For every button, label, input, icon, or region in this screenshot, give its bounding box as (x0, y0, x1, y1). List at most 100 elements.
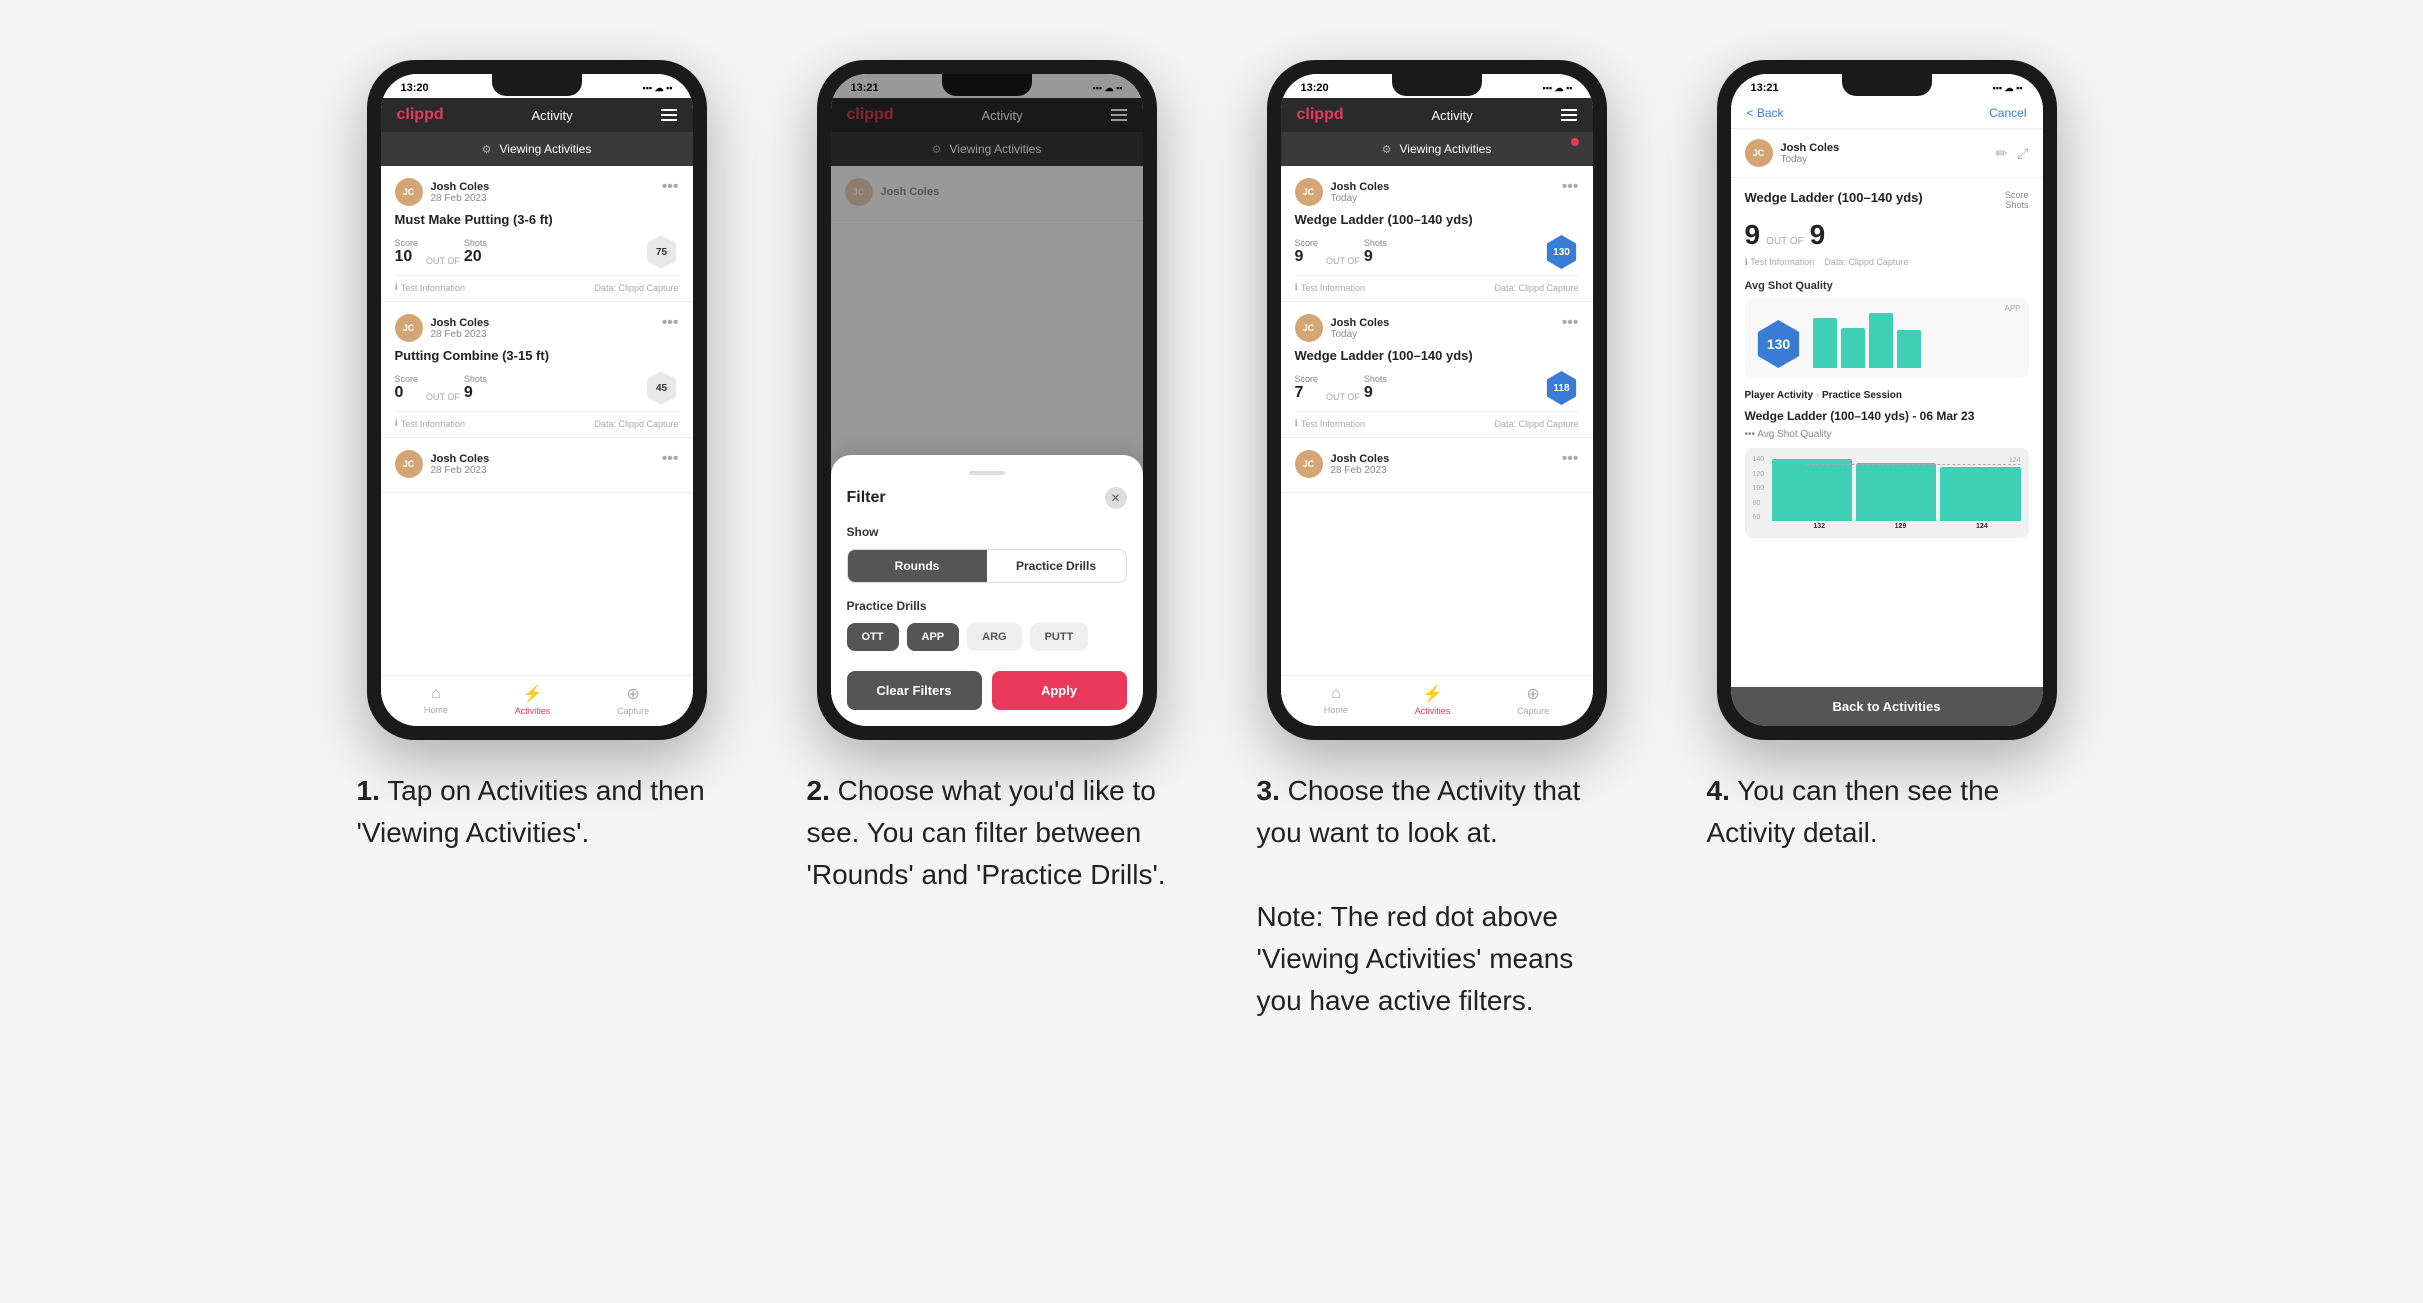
activity-card-3c[interactable]: JC Josh Coles 28 Feb 2023 ••• (1281, 438, 1593, 493)
activities-icon-3: ⚡ (1423, 684, 1443, 704)
activity-card-3[interactable]: JC Josh Coles 28 Feb 2023 ••• (381, 438, 693, 493)
user-info-3: JC Josh Coles 28 Feb 2023 (395, 450, 490, 478)
caption-3: 3. Choose the Activity that you want to … (1257, 770, 1617, 1022)
status-icons-4: ▪▪▪ ☁ ▪▪ (1993, 83, 2023, 94)
activity-title-3a: Wedge Ladder (100–140 yds) (1295, 212, 1579, 227)
modal-header-2: Filter ✕ (847, 487, 1127, 509)
banner-text-1: Viewing Activities (500, 142, 592, 156)
card-header-3c: JC Josh Coles 28 Feb 2023 ••• (1295, 450, 1579, 478)
drill-title-4: Wedge Ladder (100–140 yds) - 06 Mar 23 (1745, 409, 2029, 423)
dots-menu-2[interactable]: ••• (662, 314, 679, 332)
user-date-2: 28 Feb 2023 (431, 329, 490, 340)
dots-menu-3b[interactable]: ••• (1562, 314, 1579, 332)
nav-activities-3[interactable]: ⚡ Activities (1415, 684, 1451, 716)
apply-btn-2[interactable]: Apply (992, 671, 1127, 710)
home-icon-1: ⌂ (431, 685, 441, 703)
practice-drills-label-2: Practice Drills (847, 599, 1127, 613)
dots-menu-3[interactable]: ••• (662, 450, 679, 468)
nav-capture-3[interactable]: ⊕ Capture (1517, 684, 1549, 716)
viewing-banner-3[interactable]: ⚙ Viewing Activities (1281, 132, 1593, 166)
quality-hex-4: 130 (1755, 320, 1803, 368)
chart-label-4: APP (2004, 304, 2020, 313)
nav-home-3[interactable]: ⌂ Home (1324, 685, 1348, 715)
caption-4: 4. You can then see the Activity detail. (1707, 770, 2067, 854)
bottom-nav-1: ⌂ Home ⚡ Activities ⊕ Capture (381, 675, 693, 726)
viewing-banner-1[interactable]: ⚙ Viewing Activities (381, 132, 693, 166)
phone-4-container: 13:21 ▪▪▪ ☁ ▪▪ < Back Cancel JC Josh Col… (1692, 60, 2082, 854)
menu-icon-1[interactable] (661, 109, 677, 121)
full-bar-2 (1856, 463, 1936, 521)
detail-header-4: < Back Cancel (1731, 98, 2043, 129)
activity-card-3a[interactable]: JC Josh Coles Today ••• Wedge Ladder (10… (1281, 166, 1593, 302)
user-info-3b: JC Josh Coles Today (1295, 314, 1390, 342)
card-header-1: JC Josh Coles 28 Feb 2023 ••• (395, 178, 679, 206)
chip-app-2[interactable]: APP (907, 623, 960, 651)
capture-icon-3: ⊕ (1526, 684, 1539, 704)
notch-1 (492, 74, 582, 96)
back-to-activities-btn-4[interactable]: Back to Activities (1731, 687, 2043, 726)
full-bar-1 (1772, 459, 1852, 521)
banner-text-3: Viewing Activities (1400, 142, 1492, 156)
avatar-2: JC (395, 314, 423, 342)
detail-user-name-4: Josh Coles (1781, 142, 1840, 154)
dots-menu-3a[interactable]: ••• (1562, 178, 1579, 196)
detail-user-row-4: JC Josh Coles Today ✏ ⤢ (1731, 129, 2043, 178)
practice-btn-2[interactable]: Practice Drills (987, 550, 1126, 582)
info-right-1: Data: Clippd Capture (594, 283, 678, 293)
user-name-3b: Josh Coles (1331, 317, 1390, 329)
phone-3: 13:20 ▪▪▪ ☁ ▪▪ clippd Activity ⚙ Viewing… (1267, 60, 1607, 740)
modal-handle-2 (969, 471, 1005, 475)
screen-3: 13:20 ▪▪▪ ☁ ▪▪ clippd Activity ⚙ Viewing… (1281, 74, 1593, 726)
info-left-3b: ℹ Test Information (1295, 418, 1365, 429)
status-time-3: 13:20 (1301, 82, 1329, 94)
app-header-3: clippd Activity (1281, 98, 1593, 132)
back-btn-4[interactable]: < Back (1747, 106, 1784, 120)
detail-score-4: 9 (1745, 219, 1761, 251)
card-footer-1: ℹ Test Information Data: Clippd Capture (395, 275, 679, 293)
notch-4 (1842, 74, 1932, 96)
phone-4: 13:21 ▪▪▪ ☁ ▪▪ < Back Cancel JC Josh Col… (1717, 60, 2057, 740)
dots-menu-3c[interactable]: ••• (1562, 450, 1579, 468)
detail-title-4: Wedge Ladder (100–140 yds) (1745, 190, 2005, 205)
card-footer-2: ℹ Test Information Data: Clippd Capture (395, 411, 679, 429)
status-icons-3: ▪▪▪ ☁ ▪▪ (1543, 83, 1573, 94)
user-name-3: Josh Coles (431, 453, 490, 465)
clear-filters-btn-2[interactable]: Clear Filters (847, 671, 982, 710)
activity-card-3b[interactable]: JC Josh Coles Today ••• Wedge Ladder (10… (1281, 302, 1593, 438)
modal-actions-2: Clear Filters Apply (847, 671, 1127, 710)
detail-actions-4: ✏ ⤢ (1996, 145, 2029, 162)
menu-icon-3[interactable] (1561, 109, 1577, 121)
rounds-btn-2[interactable]: Rounds (848, 550, 987, 582)
avatar-3: JC (395, 450, 423, 478)
card-header-3b: JC Josh Coles Today ••• (1295, 314, 1579, 342)
nav-activities-1[interactable]: ⚡ Activities (515, 684, 551, 716)
user-name-3a: Josh Coles (1331, 181, 1390, 193)
show-label-2: Show (847, 525, 1127, 539)
expand-icon-4[interactable]: ⤢ (2017, 145, 2028, 162)
user-date-3: 28 Feb 2023 (431, 465, 490, 476)
cancel-btn-4[interactable]: Cancel (1989, 106, 2026, 120)
status-time-4: 13:21 (1751, 82, 1779, 94)
bar-val-3: 124 (1943, 523, 2020, 530)
chip-ott-2[interactable]: OTT (847, 623, 899, 651)
edit-icon-4[interactable]: ✏ (1996, 145, 2008, 162)
nav-capture-1[interactable]: ⊕ Capture (617, 684, 649, 716)
card-header-3: JC Josh Coles 28 Feb 2023 ••• (395, 450, 679, 478)
close-modal-btn-2[interactable]: ✕ (1105, 487, 1127, 509)
nav-home-1[interactable]: ⌂ Home (424, 685, 448, 715)
detail-info-note-4: ℹ Test Information Data: Clippd Capture (1745, 257, 2029, 268)
user-name-2: Josh Coles (431, 317, 490, 329)
bar-3-4 (1869, 313, 1893, 368)
full-chart-4: 140 120 100 80 60 124 (1745, 448, 2029, 538)
card-header-2: JC Josh Coles 28 Feb 2023 ••• (395, 314, 679, 342)
logo-3: clippd (1297, 106, 1344, 124)
info-left-2: ℹ Test Information (395, 418, 465, 429)
user-name-3c: Josh Coles (1331, 453, 1390, 465)
chip-arg-2[interactable]: ARG (967, 623, 1021, 651)
user-date-1: 28 Feb 2023 (431, 193, 490, 204)
caption-2: 2. Choose what you'd like to see. You ca… (807, 770, 1167, 896)
chip-putt-2[interactable]: PUTT (1030, 623, 1089, 651)
activity-card-2[interactable]: JC Josh Coles 28 Feb 2023 ••• Putting Co… (381, 302, 693, 438)
dots-menu-1[interactable]: ••• (662, 178, 679, 196)
activity-card-1[interactable]: JC Josh Coles 28 Feb 2023 ••• Must Make … (381, 166, 693, 302)
